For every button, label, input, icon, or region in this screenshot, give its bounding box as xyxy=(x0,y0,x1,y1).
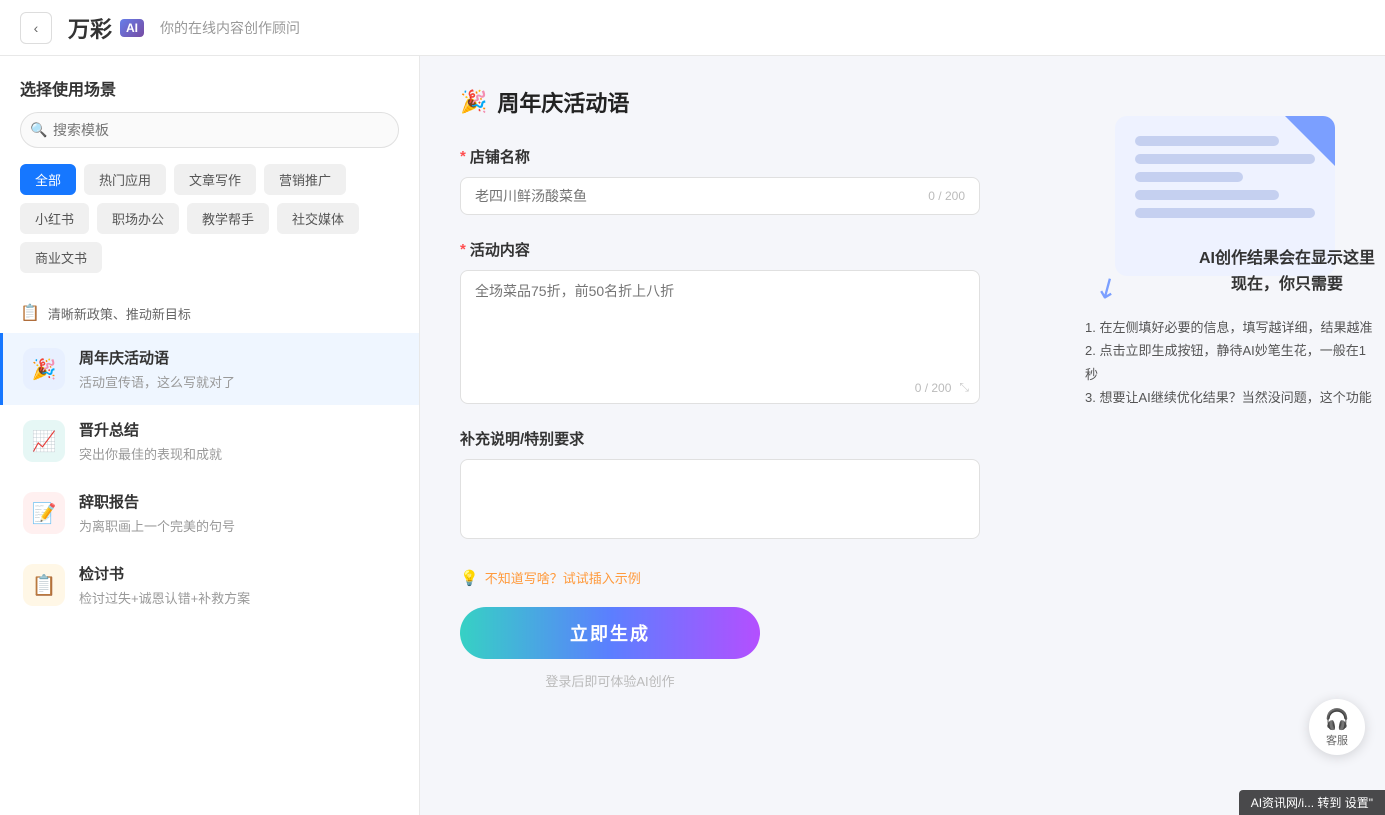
login-hint: 登录后即可体验AI创作 xyxy=(460,671,760,690)
watermark-bar: AI资讯网/i... 转到 设置" xyxy=(1239,790,1385,815)
logo-area: 万彩 AI xyxy=(68,12,144,44)
activity-content-textarea[interactable] xyxy=(461,271,979,371)
tag-all[interactable]: 全部 xyxy=(20,164,76,195)
logo-text: 万彩 xyxy=(68,12,112,44)
template-icon-promotion: 📈 xyxy=(23,420,65,462)
template-item-review[interactable]: 📋 检讨书 检讨过失+诚恩认错+补救方案 xyxy=(0,549,419,621)
template-list: 📋 清晰新政策、推动新目标 🎉 周年庆活动语 活动宣传语，这么写就对了 📈 晋升… xyxy=(0,285,419,815)
cs-icon: 🎧 xyxy=(1325,707,1350,732)
watermark-text: AI资讯网/i... 转到 设置" xyxy=(1251,796,1373,810)
illus-line-1 xyxy=(1135,136,1279,146)
policy-label: 清晰新政策、推动新目标 xyxy=(48,304,191,323)
illus-line-3 xyxy=(1135,172,1243,182)
supplement-textarea[interactable] xyxy=(460,459,980,539)
store-name-input-wrapper: 0 / 200 xyxy=(460,177,980,215)
template-name-promotion: 晋升总结 xyxy=(79,419,399,440)
back-icon: ‹ xyxy=(34,20,39,36)
header-subtitle: 你的在线内容创作顾问 xyxy=(160,18,300,38)
textarea-footer: 0 / 200 ⤡ xyxy=(461,376,979,403)
supplement-field: 补充说明/特别要求 xyxy=(460,428,980,544)
policy-item: 📋 清晰新政策、推动新目标 xyxy=(0,293,419,333)
sidebar-title: 选择使用场景 xyxy=(0,56,419,112)
ai-caption: AI创作结果会在显示这里 现在，你只需要 xyxy=(1199,246,1375,297)
template-icon-review: 📋 xyxy=(23,564,65,606)
ai-steps: 1. 在左侧填好必要的信息，填写越详细，结果越准 2. 点击立即生成按钮，静待A… xyxy=(1085,316,1375,410)
hint-icon: 💡 xyxy=(460,569,479,587)
header: ‹ 万彩 AI 你的在线内容创作顾问 xyxy=(0,0,1385,56)
template-info-review: 检讨书 检讨过失+诚恩认错+补救方案 xyxy=(79,563,399,607)
template-name-anniversary: 周年庆活动语 xyxy=(79,347,399,368)
activity-content-field: * 活动内容 0 / 200 ⤡ xyxy=(460,239,980,404)
activity-char-count: 0 / 200 xyxy=(915,381,952,395)
cs-label: 客服 xyxy=(1326,732,1348,748)
ai-caption-line1: AI创作结果会在显示这里 xyxy=(1199,246,1375,272)
required-star-activity: * xyxy=(460,241,466,258)
required-star-store: * xyxy=(460,148,466,165)
tag-hot[interactable]: 热门应用 xyxy=(84,164,166,195)
search-input[interactable] xyxy=(20,112,399,148)
ai-step-3: 3. 想要让AI继续优化结果？当然没问题，这个功能 xyxy=(1085,386,1375,409)
tag-social[interactable]: 社交媒体 xyxy=(277,203,359,234)
hint-label: 不知道写啥？试试插入示例 xyxy=(485,568,641,587)
search-icon: 🔍 xyxy=(30,122,47,139)
logo-ai-badge: AI xyxy=(120,19,144,37)
hint-link[interactable]: 💡 不知道写啥？试试插入示例 xyxy=(460,568,980,587)
template-item-anniversary[interactable]: 🎉 周年庆活动语 活动宣传语，这么写就对了 xyxy=(0,333,419,405)
template-desc-resignation: 为离职画上一个完美的句号 xyxy=(79,516,399,535)
illus-line-2 xyxy=(1135,154,1315,164)
tag-marketing[interactable]: 营销推广 xyxy=(264,164,346,195)
tag-teaching[interactable]: 教学帮手 xyxy=(187,203,269,234)
store-name-field: * 店铺名称 0 / 200 xyxy=(460,146,980,215)
template-info-resignation: 辞职报告 为离职画上一个完美的句号 xyxy=(79,491,399,535)
form-emoji: 🎉 xyxy=(460,89,487,115)
ai-step-2: 2. 点击立即生成按钮，静待AI妙笔生花，一般在1秒 xyxy=(1085,339,1375,386)
illus-line-4 xyxy=(1135,190,1279,200)
resize-handle[interactable]: ⤡ xyxy=(959,380,969,395)
content-area: 🎉 周年庆活动语 * 店铺名称 0 / 200 * 活动内容 0 / xyxy=(420,56,1065,815)
generate-button[interactable]: 立即生成 xyxy=(460,607,760,659)
ai-caption-line2: 现在，你只需要 xyxy=(1199,272,1375,298)
template-desc-anniversary: 活动宣传语，这么写就对了 xyxy=(79,372,399,391)
activity-textarea-wrapper: 0 / 200 ⤡ xyxy=(460,270,980,404)
tag-business[interactable]: 商业文书 xyxy=(20,242,102,273)
illus-lines xyxy=(1115,116,1335,246)
supplement-label: 补充说明/特别要求 xyxy=(460,428,980,449)
category-tags: 全部 热门应用 文章写作 营销推广 小红书 职场办公 教学帮手 社交媒体 商业文… xyxy=(0,164,419,285)
template-name-resignation: 辞职报告 xyxy=(79,491,399,512)
template-name-review: 检讨书 xyxy=(79,563,399,584)
activity-content-label: * 活动内容 xyxy=(460,239,980,260)
template-icon-resignation: 📝 xyxy=(23,492,65,534)
search-box: 🔍 xyxy=(20,112,399,148)
tag-xiaohongshu[interactable]: 小红书 xyxy=(20,203,89,234)
main-layout: 选择使用场景 🔍 全部 热门应用 文章写作 营销推广 小红书 职场办公 教学帮手… xyxy=(0,56,1385,815)
back-button[interactable]: ‹ xyxy=(20,12,52,44)
template-info-anniversary: 周年庆活动语 活动宣传语，这么写就对了 xyxy=(79,347,399,391)
ai-step-1: 1. 在左侧填好必要的信息，填写越详细，结果越准 xyxy=(1085,316,1375,339)
template-desc-review: 检讨过失+诚恩认错+补救方案 xyxy=(79,588,399,607)
template-icon-anniversary: 🎉 xyxy=(23,348,65,390)
hint-row: 💡 不知道写啥？试试插入示例 xyxy=(460,568,980,587)
illus-line-5 xyxy=(1135,208,1315,218)
template-item-resignation[interactable]: 📝 辞职报告 为离职画上一个完美的句号 xyxy=(0,477,419,549)
customer-service-button[interactable]: 🎧 客服 xyxy=(1309,699,1365,755)
form-title: 周年庆活动语 xyxy=(497,86,629,118)
template-info-promotion: 晋升总结 突出你最佳的表现和成就 xyxy=(79,419,399,463)
sidebar: 选择使用场景 🔍 全部 热门应用 文章写作 营销推广 小红书 职场办公 教学帮手… xyxy=(0,56,420,815)
form-header: 🎉 周年庆活动语 xyxy=(460,86,1025,118)
template-item-promotion[interactable]: 📈 晋升总结 突出你最佳的表现和成就 xyxy=(0,405,419,477)
policy-icon: 📋 xyxy=(20,303,40,323)
tag-office[interactable]: 职场办公 xyxy=(97,203,179,234)
store-name-input[interactable] xyxy=(475,188,928,204)
template-desc-promotion: 突出你最佳的表现和成就 xyxy=(79,444,399,463)
tag-article[interactable]: 文章写作 xyxy=(174,164,256,195)
store-name-char-count: 0 / 200 xyxy=(928,189,965,203)
store-name-label: * 店铺名称 xyxy=(460,146,980,167)
